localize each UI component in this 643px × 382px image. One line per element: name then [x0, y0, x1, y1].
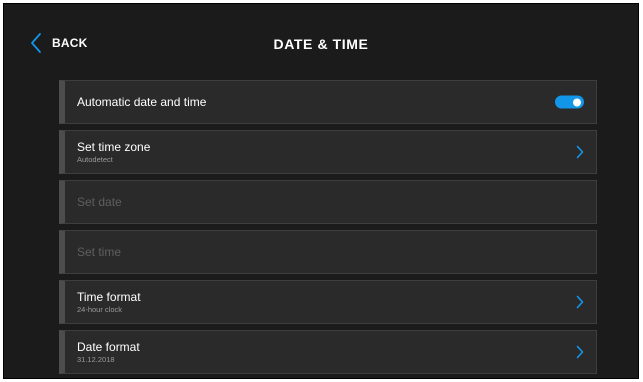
automatic-date-time-toggle[interactable] [555, 95, 584, 109]
set-date-label: Set date [77, 195, 122, 209]
set-time-label: Set time [77, 245, 122, 259]
automatic-date-time-label: Automatic date and time [77, 95, 207, 109]
time-format-label: Time format [77, 290, 141, 304]
set-time-row: Set time [59, 230, 597, 274]
set-date-row: Set date [59, 180, 597, 224]
set-time-zone-value: Autodetect [77, 155, 113, 164]
date-time-screen: BACK DATE & TIME Automatic date and time… [3, 3, 639, 379]
time-format-value: 24-hour clock [77, 305, 123, 314]
set-time-zone-row[interactable]: Set time zone Autodetect [59, 130, 597, 174]
date-format-row[interactable]: Date format 31.12.2018 [59, 330, 597, 374]
set-time-zone-label: Set time zone [77, 140, 151, 154]
chevron-right-icon [576, 145, 584, 159]
toggle-knob [573, 98, 581, 106]
chevron-right-icon [576, 295, 584, 309]
page-title: DATE & TIME [273, 36, 369, 52]
date-format-value: 31.12.2018 [77, 355, 115, 364]
header: BACK DATE & TIME [4, 4, 638, 80]
date-format-label: Date format [77, 340, 140, 354]
automatic-date-time-row[interactable]: Automatic date and time [59, 80, 597, 124]
chevron-right-icon [576, 345, 584, 359]
time-format-row[interactable]: Time format 24-hour clock [59, 280, 597, 324]
settings-list: Automatic date and time Set time zone Au… [59, 80, 597, 378]
